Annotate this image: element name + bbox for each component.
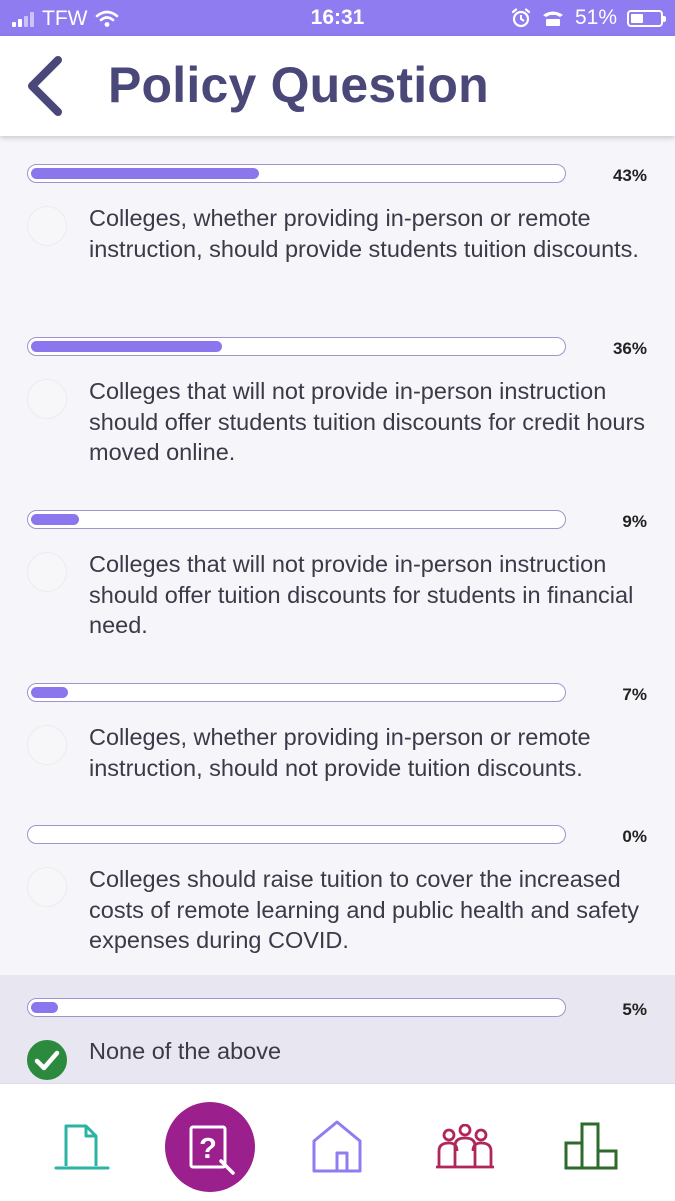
- percent-label: 7%: [622, 685, 647, 704]
- checkmark-icon: [34, 1050, 59, 1070]
- nav-question-button[interactable]: ?: [164, 1084, 256, 1201]
- nav-home-button[interactable]: [292, 1084, 382, 1201]
- tty-icon: [542, 11, 563, 26]
- result-bar-fill: [31, 687, 68, 698]
- document-icon: [54, 1124, 110, 1170]
- alarm-icon: [511, 8, 531, 28]
- result-bar: [27, 998, 566, 1017]
- nav-results-button[interactable]: [547, 1084, 637, 1201]
- option-text[interactable]: None of the above: [89, 1036, 654, 1067]
- result-bar: [27, 683, 566, 702]
- question-search-icon: ?: [165, 1102, 255, 1192]
- result-bar-fill: [31, 514, 79, 525]
- percent-label: 0%: [622, 827, 647, 846]
- radio-button[interactable]: [27, 725, 67, 765]
- option-text[interactable]: Colleges, whether providing in-person or…: [89, 722, 654, 783]
- nav-documents-button[interactable]: [37, 1084, 127, 1201]
- page-title: Policy Question: [108, 57, 489, 113]
- result-bar-fill: [31, 168, 259, 179]
- option-text[interactable]: Colleges, whether providing in-person or…: [89, 203, 654, 264]
- option-item[interactable]: 9% Colleges that will not provide in-per…: [0, 481, 675, 654]
- result-bar: [27, 164, 566, 183]
- option-text[interactable]: Colleges should raise tuition to cover t…: [89, 864, 654, 956]
- option-item-selected[interactable]: 5% None of the above: [0, 975, 675, 1083]
- option-item[interactable]: 0% Colleges should raise tuition to cove…: [0, 796, 675, 975]
- result-bar: [27, 825, 566, 844]
- option-text[interactable]: Colleges that will not provide in-person…: [89, 376, 654, 468]
- percent-label: 9%: [622, 512, 647, 531]
- result-bar: [27, 510, 566, 529]
- radio-button[interactable]: [27, 206, 67, 246]
- bar-chart-icon: [564, 1122, 618, 1170]
- bottom-nav: ?: [0, 1083, 675, 1201]
- nav-community-button[interactable]: [420, 1084, 510, 1201]
- option-item[interactable]: 43% Colleges, whether providing in-perso…: [0, 136, 675, 308]
- percent-label: 5%: [622, 1000, 647, 1019]
- result-bar-fill: [31, 341, 222, 352]
- radio-button[interactable]: [27, 552, 67, 592]
- option-item[interactable]: 7% Colleges, whether providing in-person…: [0, 654, 675, 796]
- option-item[interactable]: 36% Colleges that will not provide in-pe…: [0, 308, 675, 481]
- battery-icon: [627, 9, 666, 27]
- back-button[interactable]: [20, 54, 80, 118]
- page-header: Policy Question: [0, 36, 675, 136]
- svg-text:?: ?: [199, 1133, 217, 1165]
- percent-label: 36%: [612, 339, 647, 358]
- radio-button[interactable]: [27, 379, 67, 419]
- community-icon: [436, 1124, 494, 1169]
- status-bar: TFW 16:31 51%: [0, 0, 675, 36]
- option-text[interactable]: Colleges that will not provide in-person…: [89, 549, 654, 641]
- percent-label: 43%: [612, 166, 647, 185]
- result-bar: [27, 337, 566, 356]
- status-right: 51%: [511, 6, 666, 30]
- result-bar-fill: [31, 1002, 58, 1013]
- chevron-left-icon: [28, 56, 62, 116]
- home-icon: [312, 1120, 362, 1173]
- poll-options: 43% Colleges, whether providing in-perso…: [0, 136, 675, 1083]
- radio-button[interactable]: [27, 867, 67, 907]
- radio-button-checked[interactable]: [27, 1040, 67, 1080]
- battery-percent: 51%: [574, 6, 617, 29]
